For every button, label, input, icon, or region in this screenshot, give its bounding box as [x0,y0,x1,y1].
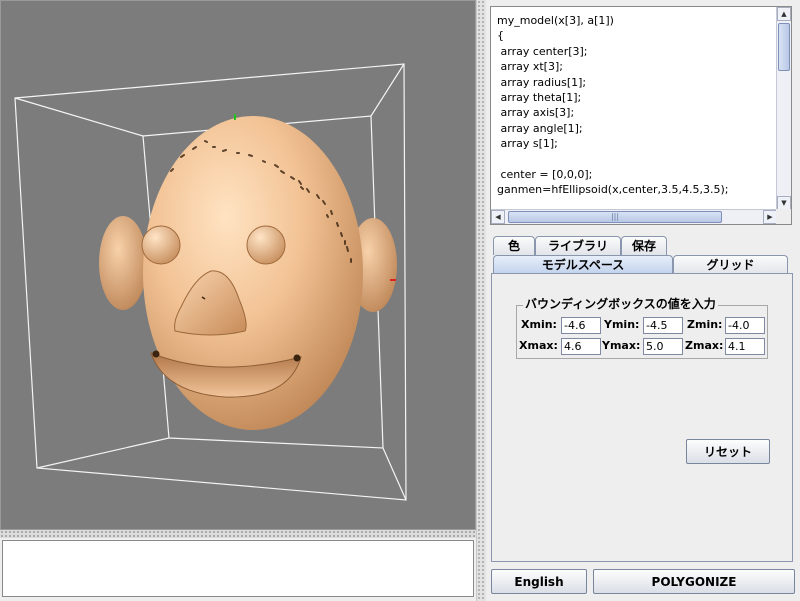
bounding-box-title: バウンディングボックスの値を入力 [523,297,718,311]
zmax-label: Zmax: [685,339,724,352]
tab-save[interactable]: 保存 [621,236,667,255]
ymin-label: Ymin: [604,318,640,331]
zmin-field[interactable] [725,317,765,334]
xmin-field[interactable] [561,317,601,334]
horizontal-scrollbar[interactable]: ◀ ||| ▶ [491,209,777,224]
horizontal-split-handle[interactable] [0,530,476,538]
3d-scene[interactable] [1,1,476,530]
scroll-left-icon[interactable]: ◀ [491,210,505,224]
message-console[interactable] [2,540,474,597]
bounding-box-group: バウンディングボックスの値を入力 Xmin: Ymin: Zmin: Xmax:… [516,297,768,359]
code-editor[interactable]: my_model(x[3], a[1]) { array center[3]; … [491,7,777,210]
ymin-field[interactable] [643,317,683,334]
tab-model-space[interactable]: モデルスペース [493,255,673,274]
vertical-scroll-thumb[interactable] [778,23,790,71]
xmax-label: Xmax: [519,339,558,352]
scroll-down-icon[interactable]: ▼ [777,196,791,210]
tab-library[interactable]: ライブラリ [535,236,621,255]
code-editor-panel: my_model(x[3], a[1]) { array center[3]; … [490,6,792,225]
vertical-scrollbar[interactable]: ▲ ▼ [776,7,791,210]
ymax-label: Ymax: [602,339,641,352]
head-model [99,116,397,430]
3d-viewport[interactable] [0,0,476,530]
tab-grid[interactable]: グリッド [673,255,788,274]
horizontal-scroll-thumb[interactable]: ||| [508,211,722,223]
vertical-split-handle[interactable] [476,0,486,601]
model-space-panel: バウンディングボックスの値を入力 Xmin: Ymin: Zmin: Xmax:… [491,273,793,562]
polygonize-button[interactable]: POLYGONIZE [593,569,795,594]
ymax-field[interactable] [643,338,683,355]
scrollbar-corner [776,209,791,224]
xmin-label: Xmin: [521,318,557,331]
code-text[interactable]: my_model(x[3], a[1]) { array center[3]; … [497,13,777,198]
scroll-up-icon[interactable]: ▲ [777,7,791,21]
scroll-right-icon[interactable]: ▶ [763,210,777,224]
english-button[interactable]: English [491,569,587,594]
xmax-field[interactable] [561,338,601,355]
zmax-field[interactable] [725,338,765,355]
tab-color[interactable]: 色 [493,236,535,255]
zmin-label: Zmin: [687,318,723,331]
reset-button[interactable]: リセット [686,439,770,464]
